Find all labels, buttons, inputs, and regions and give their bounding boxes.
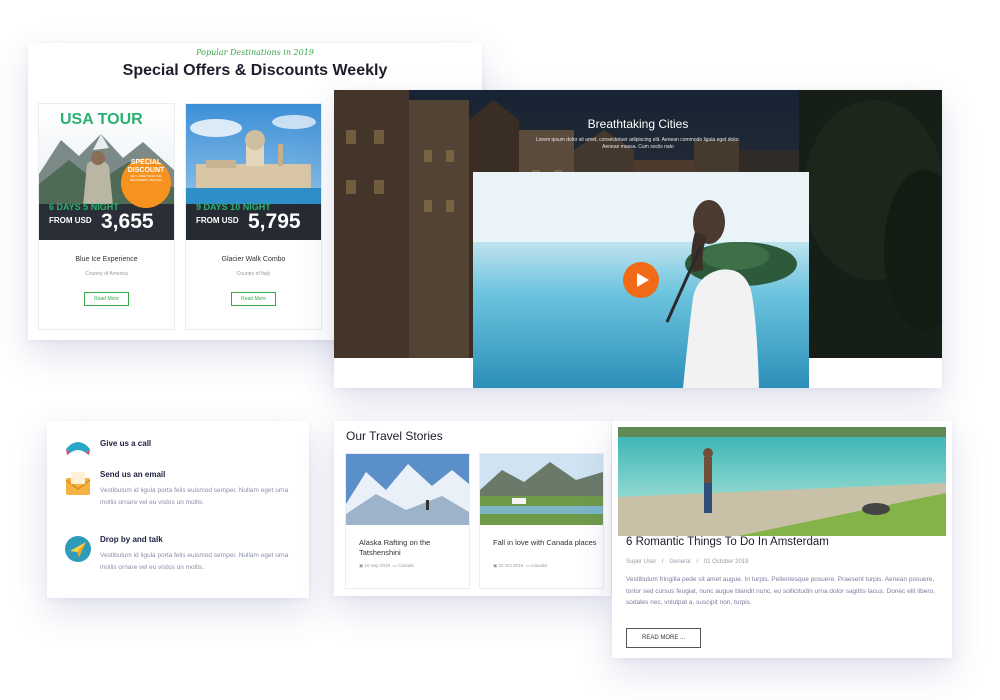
offer-price: 3,655	[101, 210, 154, 233]
offer-title: Blue Ice Experience	[75, 256, 138, 263]
contact-panel: Give us a call Send us an email Vestibul…	[47, 421, 309, 598]
story-image	[346, 454, 469, 525]
calendar-icon: ▣	[493, 563, 498, 568]
offer-country: Country of Italy	[236, 271, 271, 277]
offer-from-label: FROM USD	[49, 216, 92, 225]
offer-image: 9 DAYS 10 NIGHT FROM USD 5,795	[186, 104, 321, 240]
story-card[interactable]: Fall in love with Canada places ▣ 02 Oct…	[479, 453, 604, 589]
contact-heading: Give us a call	[100, 439, 152, 448]
offer-country: Country of America	[85, 271, 128, 277]
story-title[interactable]: Fall in love with Canada places	[493, 538, 598, 548]
video-section: Breathtaking Cities Lorem ipsum dolor si…	[334, 90, 942, 388]
envelope-icon	[64, 470, 92, 496]
read-more-button[interactable]: Read More	[84, 292, 129, 306]
play-button[interactable]	[623, 262, 659, 298]
play-icon	[637, 273, 649, 287]
article-title[interactable]: 6 Romantic Things To Do In Amsterdam	[626, 536, 829, 548]
contact-text: Vestibulum id ligula porta felis euismod…	[100, 487, 289, 506]
story-image	[480, 454, 603, 525]
travel-stories-panel: Our Travel Stories Alaska Rafting on the…	[334, 421, 611, 596]
offer-image: USA TOUR SPECIAL DISCOUNT GET 1 FREE TIC…	[39, 104, 174, 240]
article-image	[618, 427, 946, 536]
video-description: Lorem ipsum dolor sit amet, consectetuer…	[535, 137, 740, 150]
article-meta: Super User / General / 01 October 2019	[626, 559, 749, 565]
phone-icon	[64, 439, 92, 465]
paper-plane-icon	[64, 535, 92, 562]
calendar-icon: ▣	[359, 563, 364, 568]
contact-text: Vestibulum id ligula porta felis euismod…	[100, 552, 289, 571]
story-meta: ▣ 02 Oct 2019 ▭ Canada	[493, 563, 547, 568]
folder-icon: ▭	[392, 563, 397, 568]
story-meta: ▣ 16 Sep 2019 ▭ Canada	[359, 563, 414, 568]
offer-banner-title: USA TOUR	[60, 111, 143, 128]
discount-badge: SPECIAL DISCOUNT GET 1 FREE TICKET FOR R…	[127, 159, 165, 182]
story-title[interactable]: Alaska Rafting on the Tatshenshini	[359, 538, 464, 558]
contact-heading: Drop by and talk	[100, 535, 163, 544]
article-excerpt: Vestibulum fringilla pede sit amet augue…	[626, 576, 935, 606]
offer-card[interactable]: USA TOUR SPECIAL DISCOUNT GET 1 FREE TIC…	[38, 103, 175, 330]
story-card[interactable]: Alaska Rafting on the Tatshenshini ▣ 16 …	[345, 453, 470, 589]
article-panel: 6 Romantic Things To Do In Amsterdam Sup…	[612, 421, 952, 658]
video-title: Breathtaking Cities	[587, 117, 689, 131]
section-title: Special Offers & Discounts Weekly	[122, 62, 388, 79]
offer-from-label: FROM USD	[196, 216, 239, 225]
offer-title: Glacier Walk Combo	[221, 256, 286, 263]
section-title: Our Travel Stories	[346, 429, 443, 443]
read-more-button[interactable]: READ MORE ...	[626, 628, 701, 648]
section-subtitle: Popular Destinations in 2019	[196, 48, 314, 57]
offer-price: 5,795	[248, 210, 301, 233]
offer-card[interactable]: 9 DAYS 10 NIGHT FROM USD 5,795 Glacier W…	[185, 103, 322, 330]
contact-heading: Send us an email	[100, 470, 166, 479]
folder-icon: ▭	[525, 563, 530, 568]
read-more-button[interactable]: Read More	[231, 292, 276, 306]
